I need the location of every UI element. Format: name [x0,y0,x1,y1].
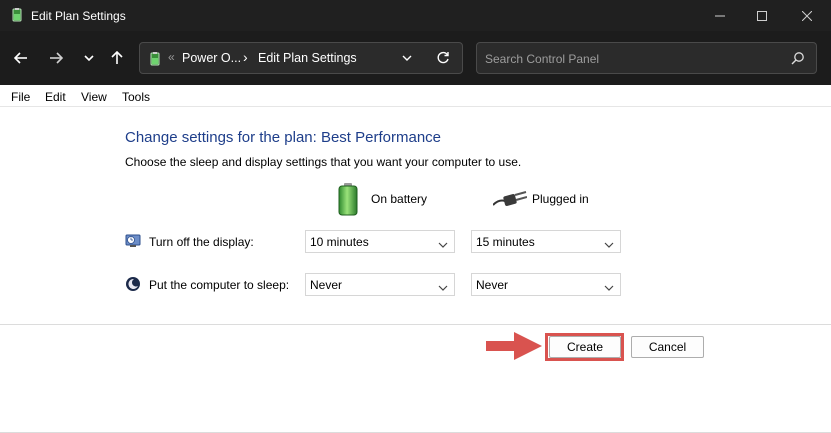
up-button[interactable] [104,45,130,71]
display-off-plugged-select[interactable]: 15 minutes [471,230,621,253]
computer-sleep-label: Put the computer to sleep: [149,278,290,292]
on-battery-label: On battery [371,192,428,206]
refresh-icon [437,51,449,64]
display-timer-icon [125,233,141,249]
refresh-button[interactable] [436,51,450,68]
close-button[interactable] [784,0,830,31]
breadcrumb-overflow[interactable]: « [168,50,175,64]
breadcrumb-edit-plan-settings[interactable]: Edit Plan Settings [258,51,357,65]
chevron-down-icon [438,281,448,295]
page-title: Change settings for the plan: Best Perfo… [125,129,442,146]
power-options-icon [147,51,163,67]
turn-off-display-label: Turn off the display: [149,235,254,249]
breadcrumb-power-options[interactable]: Power O... [182,51,241,65]
menu-bar: File Edit View Tools [0,85,831,107]
minimize-button[interactable] [697,0,743,31]
red-arrow-icon [484,330,544,365]
cancel-button[interactable]: Cancel [631,336,704,358]
recent-locations-button[interactable] [76,45,102,71]
close-icon [802,10,812,21]
arrow-up-icon [111,51,123,64]
create-button[interactable]: Create [549,336,621,358]
chevron-down-icon [604,281,614,295]
chevron-down-icon [604,238,614,252]
chevron-down-icon [438,238,448,252]
footer-divider [0,324,831,325]
power-plug-icon [492,190,528,211]
page-description: Choose the sleep and display settings th… [125,155,522,169]
menu-tools[interactable]: Tools [122,90,150,104]
battery-icon [337,182,359,219]
address-bar[interactable]: « Power O... › Edit Plan Settings [139,42,463,74]
minimize-icon [715,15,725,16]
arrow-right-icon [50,52,63,64]
window-title: Edit Plan Settings [31,9,126,23]
power-options-icon [10,8,24,22]
selected-value: Never [310,278,343,292]
chevron-down-icon [84,55,94,62]
selected-value: Never [476,278,509,292]
maximize-button[interactable] [739,0,785,31]
navigation-bar: « Power O... › Edit Plan Settings Search… [0,31,831,85]
forward-button[interactable] [43,45,69,71]
menu-file[interactable]: File [11,90,30,104]
search-box[interactable]: Search Control Panel [476,42,817,74]
back-button[interactable] [8,45,34,71]
selected-value: 15 minutes [476,235,535,249]
plugged-in-label: Plugged in [532,192,589,206]
sleep-plugged-select[interactable]: Never [471,273,621,296]
arrow-left-icon [14,52,27,64]
sleep-battery-select[interactable]: Never [305,273,455,296]
breadcrumb-separator-icon[interactable]: › [243,49,248,65]
selected-value: 10 minutes [310,235,369,249]
sleep-moon-icon [125,276,141,292]
maximize-icon [757,10,767,21]
chevron-down-icon [402,55,412,61]
menu-view[interactable]: View [81,90,107,104]
title-bar: Edit Plan Settings [0,0,831,31]
menu-edit[interactable]: Edit [45,90,66,104]
display-off-battery-select[interactable]: 10 minutes [305,230,455,253]
address-dropdown-button[interactable] [402,52,412,66]
search-icon[interactable] [791,51,805,68]
search-placeholder[interactable]: Search Control Panel [485,52,599,66]
